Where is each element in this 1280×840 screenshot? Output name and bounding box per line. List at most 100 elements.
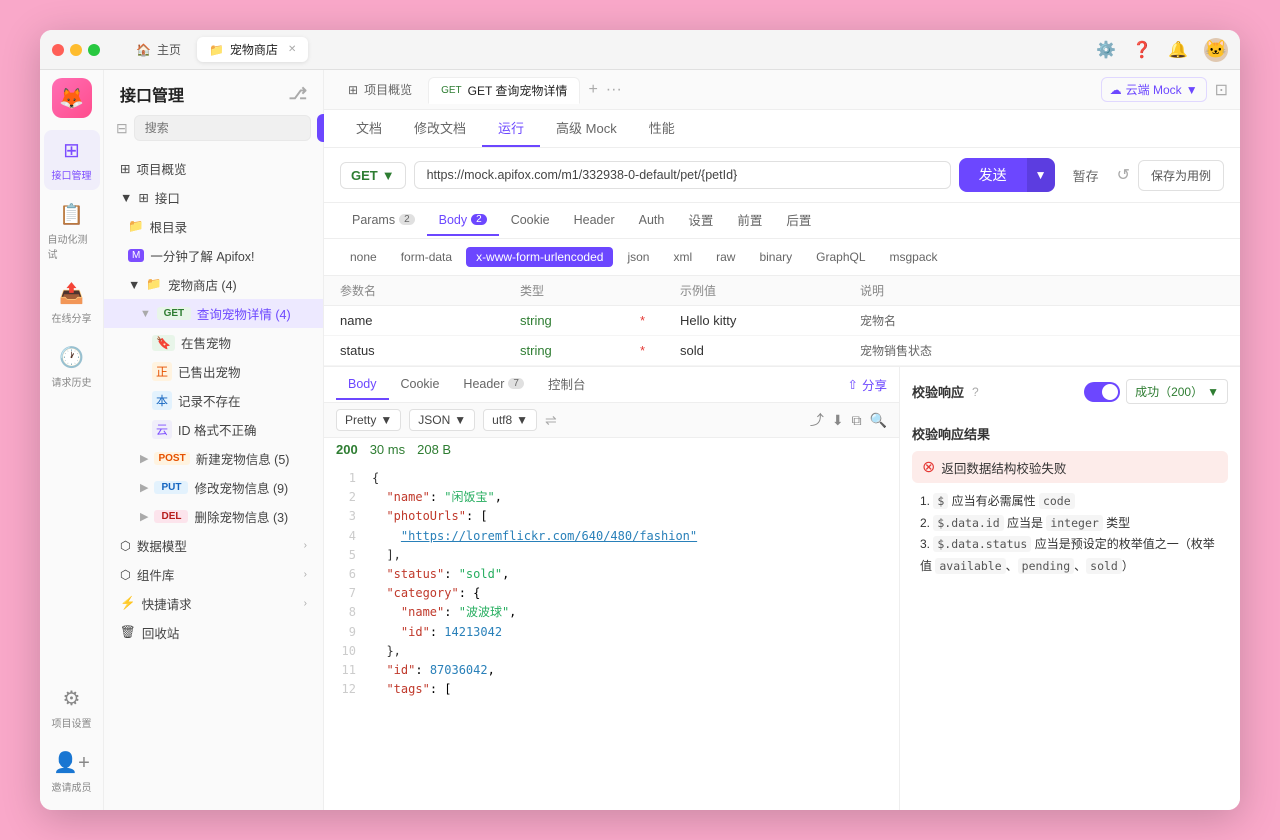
response-tab-console[interactable]: 控制台 (536, 367, 598, 402)
param-tab-params[interactable]: Params 2 (340, 206, 427, 236)
sidebar-label-history: 请求历史 (52, 374, 92, 389)
more-tabs-button[interactable]: ··· (606, 81, 622, 99)
sub-tab-perf[interactable]: 性能 (633, 110, 691, 147)
nav-item-quick-request[interactable]: ⚡ 快捷请求 › (104, 589, 323, 618)
verify-error-badge: ⊗ 返回数据结构校验失败 (912, 451, 1228, 483)
verify-code-select[interactable]: 成功（200） ▼ (1126, 379, 1228, 404)
nav-item-in-sale[interactable]: 🔖 在售宠物 (104, 328, 323, 357)
sub-tab-run[interactable]: 运行 (482, 110, 540, 147)
lang-select[interactable]: JSON ▼ (409, 409, 475, 431)
refresh-button[interactable]: ↺ (1117, 165, 1130, 185)
response-tabs: Body Cookie Header 7 控制台 ⇧ (324, 367, 899, 403)
settings-icon[interactable]: ⚙️ (1096, 40, 1116, 60)
nav-header-icon-branch[interactable]: ⎇ (289, 84, 307, 104)
body-type-json[interactable]: json (617, 247, 659, 267)
col-param-example: 示例值 (680, 282, 860, 299)
nav-item-data-model[interactable]: ⬡ 数据模型 › (104, 531, 323, 560)
maximize-button[interactable] (88, 44, 100, 56)
sidebar-item-history[interactable]: 🕐 请求历史 (44, 337, 100, 397)
url-input[interactable] (414, 161, 951, 189)
nav-item-invalid-id[interactable]: 云 ID 格式不正确 (104, 415, 323, 444)
download-response-button[interactable]: ⬇ (832, 412, 844, 429)
verify-toggle[interactable] (1084, 382, 1120, 402)
search-input[interactable] (134, 115, 311, 141)
nav-item-components[interactable]: ⬡ 组件库 › (104, 560, 323, 589)
param-tab-body[interactable]: Body 2 (427, 206, 499, 236)
param-tab-auth[interactable]: Auth (627, 206, 677, 236)
sidebar-item-auto-test[interactable]: 📋 自动化测试 (44, 194, 100, 269)
nav-item-update-pet-label: 修改宠物信息 (9) (194, 478, 288, 497)
sidebar-item-invite[interactable]: 👤+ 邀请成员 (44, 742, 100, 802)
nav-item-not-exist[interactable]: 本 记录不存在 (104, 386, 323, 415)
tab-pet-shop-label: 宠物商店 (230, 41, 278, 58)
nav-item-update-pet[interactable]: ▶ PUT 修改宠物信息 (9) (104, 473, 323, 502)
nav-item-query-pet[interactable]: ▼ GET 查询宠物详情 (4) (104, 299, 323, 328)
tab-pet-shop[interactable]: 📁 宠物商店 ✕ (197, 37, 308, 62)
nav-item-new-pet[interactable]: ▶ POST 新建宠物信息 (5) (104, 444, 323, 473)
send-button[interactable]: 发送 (959, 158, 1027, 192)
body-type-form-data[interactable]: form-data (391, 247, 462, 267)
param-required-0: * (640, 313, 680, 328)
method-select[interactable]: GET ▼ (340, 162, 406, 189)
param-tab-cookie[interactable]: Cookie (499, 206, 562, 236)
param-name-0: name (340, 313, 520, 328)
sidebar-item-settings[interactable]: ⚙ 项目设置 (44, 678, 100, 738)
add-tab-button[interactable]: + (584, 81, 601, 99)
sub-tab-doc[interactable]: 文档 (340, 110, 398, 147)
save-button[interactable]: 暂存 (1063, 160, 1109, 191)
mock-badge[interactable]: ☁ 云端 Mock ▼ (1101, 77, 1207, 102)
content-tab-overview[interactable]: ⊞ 项目概览 (336, 77, 424, 102)
verify-help-icon[interactable]: ? (972, 385, 979, 399)
sidebar-item-api-manage[interactable]: ⊞ 接口管理 (44, 130, 100, 190)
nav-item-pet-shop[interactable]: ▼ 📁 宠物商店 (4) (104, 270, 323, 299)
update-pet-expand-icon: ▶ (140, 481, 148, 494)
body-type-graphql[interactable]: GraphQL (806, 247, 875, 267)
nav-item-trash[interactable]: 🗑 回收站 (104, 618, 323, 647)
tab-home[interactable]: 🏠 主页 (124, 37, 193, 62)
minimize-button[interactable] (70, 44, 82, 56)
format-select[interactable]: Pretty ▼ (336, 409, 401, 431)
expand-response-button[interactable]: ⧉ (852, 412, 862, 429)
search-response-button[interactable]: 🔍 (870, 412, 887, 429)
nav-item-delete-pet[interactable]: ▶ DEL 删除宠物信息 (3) (104, 502, 323, 531)
param-tab-settings[interactable]: 设置 (676, 203, 725, 238)
response-tab-header[interactable]: Header 7 (451, 370, 536, 400)
titlebar-tabs: 🏠 主页 📁 宠物商店 ✕ (124, 37, 308, 62)
close-button[interactable] (52, 44, 64, 56)
sub-tab-edit-doc[interactable]: 修改文档 (398, 110, 482, 147)
param-tab-header-label: Header (574, 213, 615, 227)
encoding-select[interactable]: utf8 ▼ (483, 409, 537, 431)
nav-item-root[interactable]: 📁 根目录 (104, 212, 323, 241)
body-type-binary[interactable]: binary (749, 247, 802, 267)
bottom-panel: Body Cookie Header 7 控制台 ⇧ (324, 366, 1240, 810)
body-type-xml[interactable]: xml (663, 247, 702, 267)
save-example-button[interactable]: 保存为用例 (1138, 160, 1224, 191)
body-type-none[interactable]: none (340, 247, 387, 267)
copy-response-button[interactable]: ⤴ (810, 410, 824, 430)
response-tab-cookie[interactable]: Cookie (389, 370, 452, 400)
param-tab-cookie-label: Cookie (511, 213, 550, 227)
sidebar-item-share[interactable]: 📤 在线分享 (44, 273, 100, 333)
body-type-urlencoded[interactable]: x-www-form-urlencoded (466, 247, 613, 267)
sub-tab-advanced-mock[interactable]: 高级 Mock (540, 110, 633, 147)
nav-item-sold[interactable]: 正 已售出宠物 (104, 357, 323, 386)
nav-item-overview[interactable]: ⊞ 项目概览 (104, 154, 323, 183)
param-tab-pre[interactable]: 前置 (725, 203, 774, 238)
content-tab-query-pet[interactable]: GET GET 查询宠物详情 (428, 77, 580, 104)
avatar[interactable]: 🐱 (1204, 38, 1228, 62)
notification-icon[interactable]: 🔔 (1168, 40, 1188, 60)
nav-item-interface[interactable]: ▼ ⊞ 接口 (104, 183, 323, 212)
help-icon[interactable]: ❓ (1132, 40, 1152, 60)
param-tab-post[interactable]: 后置 (774, 203, 823, 238)
response-tab-body[interactable]: Body (336, 370, 389, 400)
layout-toggle-button[interactable]: ⊡ (1215, 80, 1228, 100)
wrap-icon[interactable]: ⇌ (545, 412, 557, 429)
nav-item-apifox-intro[interactable]: M 一分钟了解 Apifox! (104, 241, 323, 270)
body-type-msgpack[interactable]: msgpack (880, 247, 948, 267)
param-tab-header[interactable]: Header (562, 206, 627, 236)
filter-icon[interactable]: ⊟ (116, 120, 128, 137)
tab-close-button[interactable]: ✕ (288, 44, 296, 55)
body-type-raw[interactable]: raw (706, 247, 745, 267)
send-dropdown-button[interactable]: ▼ (1027, 158, 1055, 192)
share-response-button[interactable]: ⇧ 分享 (848, 375, 888, 394)
